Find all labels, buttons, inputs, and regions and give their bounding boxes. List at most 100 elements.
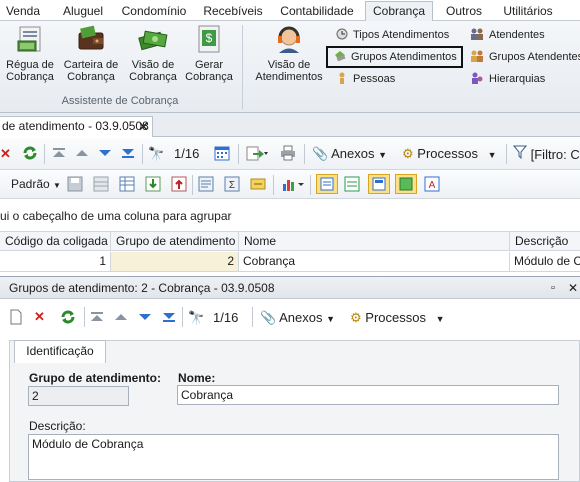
sum-icon[interactable]: Σ bbox=[224, 176, 240, 197]
menu-tab-utilitarios[interactable]: Utilitários bbox=[497, 3, 559, 21]
binoculars-icon[interactable]: 🔭 bbox=[148, 145, 164, 163]
anexos-button[interactable]: 📎 Anexos ▼ bbox=[312, 145, 387, 164]
gear-clock-icon bbox=[336, 28, 348, 40]
delete-icon[interactable]: ✕ bbox=[34, 308, 45, 326]
import-icon[interactable] bbox=[145, 176, 161, 197]
new-record-icon[interactable] bbox=[9, 309, 23, 330]
person-icon bbox=[336, 72, 348, 84]
next-record-icon[interactable] bbox=[98, 145, 112, 166]
table-icon[interactable] bbox=[119, 176, 135, 197]
processos-button[interactable]: ⚙ Processos ▼ bbox=[350, 309, 445, 328]
document-tab[interactable]: de atendimento - 03.9.0508 ✕ bbox=[0, 116, 153, 137]
toolbar-divider bbox=[84, 307, 85, 327]
form-view-icon[interactable] bbox=[198, 176, 214, 197]
ribbon-divider bbox=[242, 25, 243, 109]
padrao-dropdown[interactable]: Padrão ▼ bbox=[11, 175, 61, 195]
view-detail-icon[interactable] bbox=[344, 176, 360, 197]
last-record-icon[interactable] bbox=[162, 309, 176, 330]
group-people-icon bbox=[470, 50, 484, 62]
atendentes-button[interactable]: Atendentes bbox=[470, 26, 545, 44]
tipos-atendimentos-button[interactable]: Tipos Atendimentos bbox=[336, 26, 449, 44]
svg-text:$: $ bbox=[206, 31, 213, 45]
restore-icon[interactable]: ▫ bbox=[551, 277, 555, 299]
column-nome[interactable]: Nome bbox=[239, 232, 510, 251]
menu-tab-outros[interactable]: Outros bbox=[441, 3, 487, 21]
chart-icon[interactable] bbox=[281, 176, 305, 197]
first-record-icon[interactable] bbox=[90, 309, 104, 330]
menu-tab-cobranca[interactable]: Cobrança bbox=[365, 1, 433, 22]
toolbar-divider bbox=[44, 144, 45, 164]
last-record-icon[interactable] bbox=[121, 145, 135, 166]
close-icon[interactable]: ✕ bbox=[568, 277, 578, 299]
first-record-icon[interactable] bbox=[52, 145, 66, 166]
name-field[interactable]: Cobrança bbox=[177, 385, 559, 405]
refresh-icon[interactable] bbox=[60, 309, 76, 330]
filter-button[interactable]: [Filtro: C bbox=[512, 145, 580, 164]
document-tab-bar: de atendimento - 03.9.0508 ✕ bbox=[0, 113, 580, 137]
toolbar-divider bbox=[506, 144, 507, 164]
generate-doc-icon: $ bbox=[193, 23, 225, 55]
table-row[interactable]: 1 2 Cobrança Módulo de Co bbox=[0, 252, 580, 272]
grupos-atendentes-button[interactable]: Grupos Atendentes bbox=[470, 48, 580, 66]
upload-icon[interactable] bbox=[171, 176, 187, 197]
description-field-label: Descrição: bbox=[29, 419, 86, 433]
visao-cobranca-button[interactable]: Visão de Cobrança bbox=[125, 23, 181, 83]
menu-tab-recebiveis[interactable]: Recebíveis bbox=[199, 3, 267, 21]
delete-icon[interactable]: ✕ bbox=[0, 145, 11, 163]
processos-button[interactable]: ⚙ Processos ▼ bbox=[402, 145, 497, 164]
anexos-button[interactable]: 📎 Anexos ▼ bbox=[260, 309, 335, 328]
next-record-icon[interactable] bbox=[138, 309, 152, 330]
ribbon-group-label: Assistente de Cobrança bbox=[61, 95, 179, 107]
toolbar-divider bbox=[192, 175, 193, 195]
highlight-icon[interactable] bbox=[250, 176, 266, 197]
grupos-atendimentos-button[interactable]: Grupos Atendimentos bbox=[326, 46, 463, 68]
menu-bar: Venda Aluguel Condomínio Recebíveis Cont… bbox=[0, 0, 580, 22]
menu-tab-aluguel[interactable]: Aluguel bbox=[55, 3, 111, 21]
pessoas-button[interactable]: Pessoas bbox=[336, 70, 395, 88]
chevron-down-icon: ▼ bbox=[487, 150, 497, 160]
chevron-down-icon: ▼ bbox=[326, 314, 336, 324]
ribbon: Régua de Cobrança Carteira de Cobrança V… bbox=[0, 21, 580, 113]
toolbar-divider bbox=[310, 175, 311, 195]
column-descricao[interactable]: Descrição bbox=[510, 232, 580, 251]
regua-cobranca-button[interactable]: Régua de Cobrança bbox=[2, 23, 58, 83]
view-list-toggle[interactable] bbox=[316, 174, 338, 194]
chevron-down-icon: ▼ bbox=[53, 181, 61, 190]
wallet-icon bbox=[75, 23, 107, 55]
view-card-toggle[interactable] bbox=[368, 174, 390, 194]
grid-header: Código da coligada Grupo de atendimento … bbox=[0, 231, 580, 251]
previous-record-icon[interactable] bbox=[114, 309, 128, 330]
description-field[interactable]: Módulo de Cobrança bbox=[28, 434, 559, 480]
view-green-toggle[interactable] bbox=[395, 174, 417, 194]
cell-grupo-atendimento: 2 bbox=[111, 252, 239, 271]
svg-text:A: A bbox=[429, 180, 436, 191]
chevron-down-icon: ▼ bbox=[378, 150, 388, 160]
refresh-icon[interactable] bbox=[22, 145, 38, 166]
save-layout-icon[interactable] bbox=[67, 176, 83, 197]
menu-tab-venda[interactable]: Venda bbox=[0, 3, 46, 21]
ruler-doc-icon bbox=[14, 23, 46, 55]
group-field-label: Grupo de atendimento: bbox=[29, 371, 161, 385]
layout-grid-icon[interactable] bbox=[93, 176, 109, 197]
record-toolbar: ✕ 🔭 1/16 📎 Anexos ▼ ⚙ Processos ▼ bbox=[0, 299, 580, 333]
tab-identificacao[interactable]: Identificação bbox=[14, 340, 106, 363]
record-window: Grupos de atendimento: 2 - Cobrança - 03… bbox=[0, 276, 580, 482]
menu-tab-contabilidade[interactable]: Contabilidade bbox=[277, 3, 357, 21]
column-grupo-atendimento[interactable]: Grupo de atendimento bbox=[111, 232, 239, 251]
export-icon[interactable] bbox=[246, 145, 268, 166]
close-icon[interactable]: ✕ bbox=[138, 117, 149, 136]
menu-tab-condominio[interactable]: Condomínio bbox=[119, 3, 189, 21]
calendar-icon[interactable] bbox=[214, 145, 230, 166]
cell-descricao: Módulo de Co bbox=[514, 254, 580, 268]
print-icon[interactable] bbox=[280, 145, 296, 166]
filter-icon bbox=[512, 145, 528, 162]
column-codigo-coligada[interactable]: Código da coligada bbox=[0, 232, 111, 251]
gerar-cobranca-button[interactable]: $ Gerar Cobrança bbox=[183, 23, 235, 83]
carteira-cobranca-button[interactable]: Carteira de Cobrança bbox=[62, 23, 120, 83]
hierarquias-button[interactable]: Hierarquias bbox=[470, 70, 545, 88]
text-style-icon[interactable]: A bbox=[424, 176, 440, 197]
visao-atendimentos-button[interactable]: Visão de Atendimentos bbox=[252, 23, 326, 83]
group-field[interactable]: 2 bbox=[28, 386, 129, 406]
binoculars-icon[interactable]: 🔭 bbox=[188, 309, 204, 327]
previous-record-icon[interactable] bbox=[75, 145, 89, 166]
